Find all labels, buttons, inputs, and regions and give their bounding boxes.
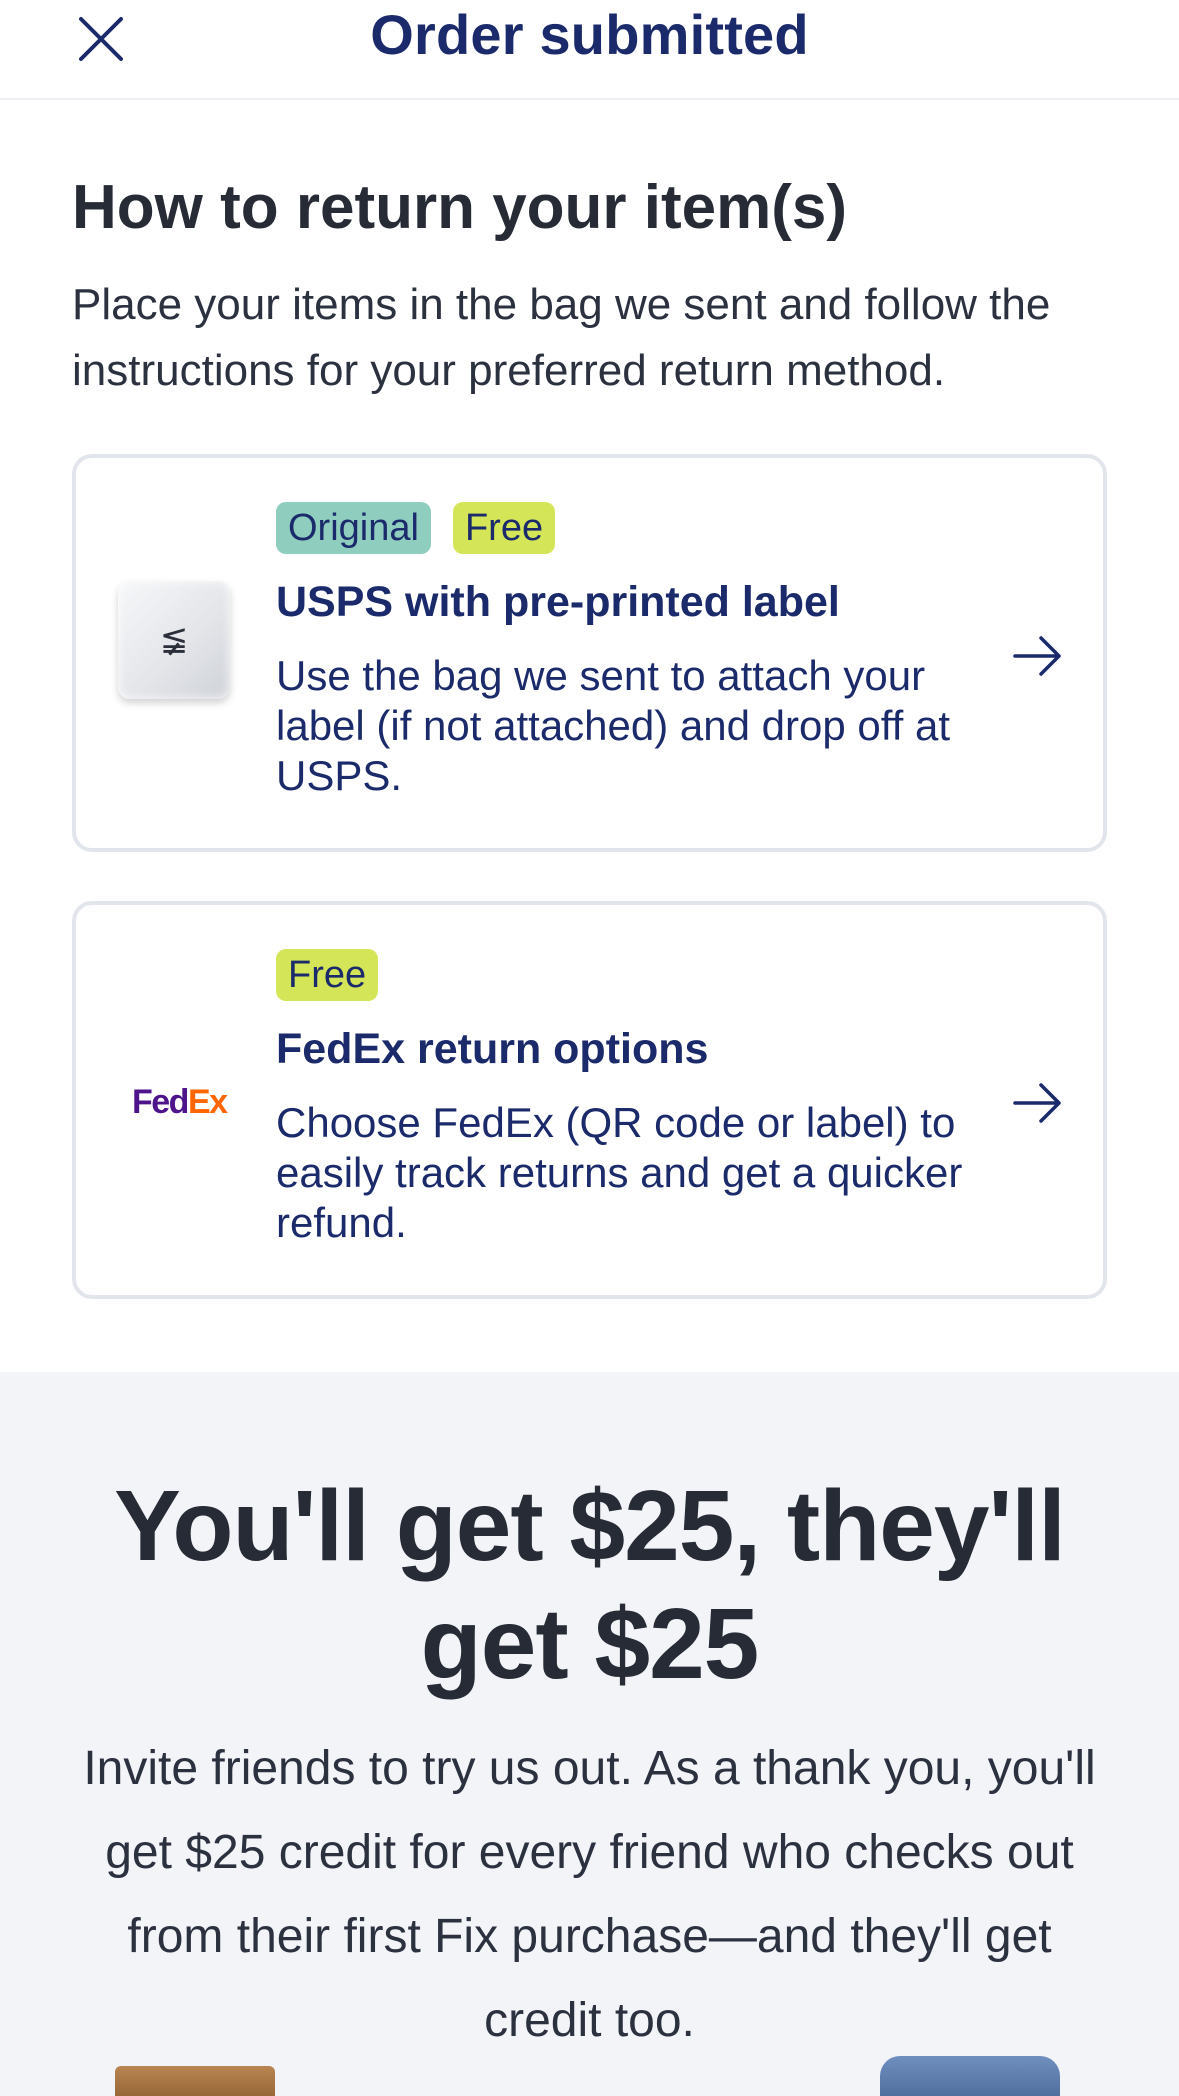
referral-photo-left xyxy=(115,2066,275,2096)
referral-photo-right xyxy=(880,2056,1060,2096)
brand-logo-icon: ≨ xyxy=(159,619,189,659)
fedex-return-option[interactable]: FedEx Free FedEx return options Choose F… xyxy=(72,901,1107,1299)
referral-description: Invite friends to try us out. As a thank… xyxy=(83,1742,1096,2047)
option-description: Use the bag we sent to attach your label… xyxy=(276,652,951,799)
fedex-logo: FedEx xyxy=(132,1083,228,1121)
section-description: Place your items in the bag we sent and … xyxy=(72,280,1051,395)
top-bar: Order submitted xyxy=(0,0,1179,100)
usps-return-option[interactable]: ≨ Original Free USPS with pre-printed la… xyxy=(72,454,1107,852)
option-description: Choose FedEx (QR code or label) to easil… xyxy=(276,1099,963,1246)
referral-title: You'll get $25, they'll get $25 xyxy=(114,1470,1066,1700)
return-bag-image: ≨ xyxy=(108,576,238,706)
arrow-right-icon[interactable] xyxy=(1011,633,1065,679)
arrow-right-icon[interactable] xyxy=(1011,1080,1065,1126)
section-title: How to return your item(s) xyxy=(72,173,848,242)
badge-original: Original xyxy=(276,502,431,554)
option-title: FedEx return options xyxy=(276,1025,709,1073)
page-title: Order submitted xyxy=(370,3,809,66)
referral-section: You'll get $25, they'll get $25 Invite f… xyxy=(0,1372,1179,2096)
option-title: USPS with pre-printed label xyxy=(276,578,840,626)
badge-free: Free xyxy=(276,949,379,1001)
badge-free: Free xyxy=(452,502,556,554)
